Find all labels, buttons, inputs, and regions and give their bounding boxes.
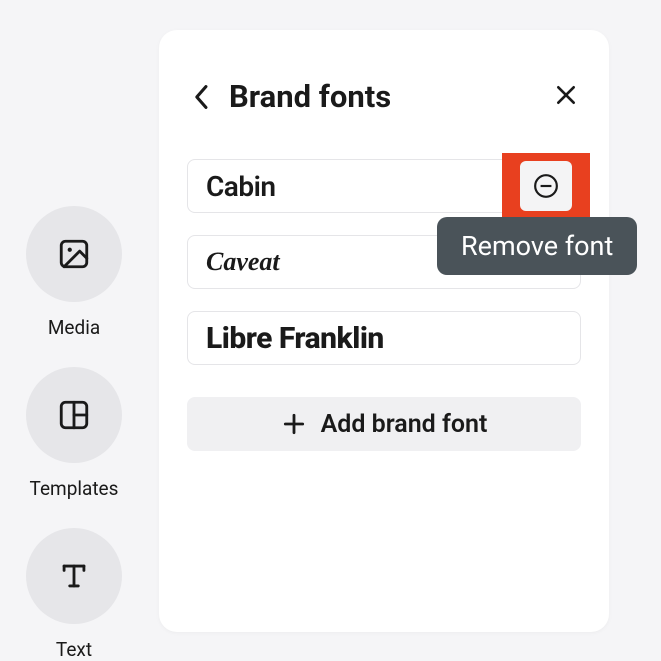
brand-fonts-panel: Brand fonts Cabin Caveat (159, 30, 609, 632)
close-icon (555, 84, 577, 106)
add-button-label: Add brand font (321, 410, 488, 439)
minus-circle-icon (533, 173, 559, 199)
font-name-label: Libre Franklin (206, 321, 384, 356)
sidebar-item-text[interactable]: Text (26, 528, 122, 661)
font-item[interactable]: Libre Franklin (187, 311, 581, 365)
remove-font-tooltip: Remove font (437, 217, 637, 275)
sidebar: Media Templates Text (24, 206, 124, 661)
add-brand-font-button[interactable]: Add brand font (187, 397, 581, 451)
back-button[interactable] (187, 82, 217, 112)
text-icon (26, 528, 122, 624)
sidebar-item-label: Text (56, 638, 92, 661)
panel-header: Brand fonts (187, 78, 581, 115)
remove-highlight-box (502, 153, 590, 219)
font-name-label: Cabin (206, 170, 276, 203)
sidebar-item-label: Templates (30, 477, 119, 500)
sidebar-item-templates[interactable]: Templates (26, 367, 122, 500)
remove-font-button[interactable] (520, 161, 572, 211)
sidebar-item-label: Media (48, 316, 100, 339)
layout-icon (26, 367, 122, 463)
chevron-left-icon (194, 84, 210, 110)
image-icon (26, 206, 122, 302)
font-item[interactable]: Cabin (187, 159, 581, 213)
sidebar-item-media[interactable]: Media (26, 206, 122, 339)
close-button[interactable] (551, 80, 581, 110)
font-name-label: Caveat (206, 247, 280, 277)
panel-title: Brand fonts (229, 78, 391, 115)
plus-icon (281, 411, 307, 437)
